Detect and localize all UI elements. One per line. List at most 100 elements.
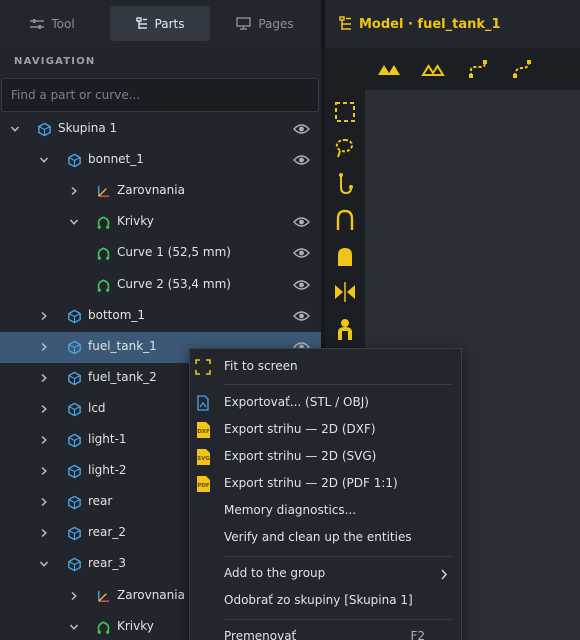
tree-item-label: fuel_tank_2: [88, 369, 157, 384]
curve-icon: [97, 216, 110, 230]
chevron-right-icon[interactable]: [39, 466, 49, 476]
tree-row[interactable]: Zarovnania: [0, 176, 321, 207]
part-icon: [68, 433, 81, 448]
tree-item-label: Krivky: [117, 214, 154, 229]
tree-row[interactable]: Curve 1 (52,5 mm): [0, 238, 321, 269]
tab-parts[interactable]: Parts: [110, 6, 210, 41]
tree-item-label: rear_2: [88, 525, 126, 540]
menu-add-to-group[interactable]: Add to the group: [190, 561, 461, 588]
part-icon: [68, 464, 81, 479]
tree-item-label: fuel_tank_1: [88, 338, 157, 353]
menu-fit-to-screen[interactable]: Fit to screen: [190, 354, 461, 381]
model-title: Model · fuel_tank_1: [359, 17, 501, 32]
menu-rename[interactable]: Premenovať F2: [190, 624, 461, 640]
tab-parts-label: Parts: [154, 16, 185, 31]
tree-item-label: Krivky: [117, 618, 154, 633]
tree-item-label: rear: [88, 494, 113, 509]
eye-icon[interactable]: [293, 123, 310, 135]
mirror-icon[interactable]: [333, 280, 357, 304]
search-input[interactable]: [1, 78, 319, 112]
curve-icon: [97, 621, 110, 634]
tree-item-label: Zarovnania: [117, 587, 185, 602]
chevron-right-icon[interactable]: [39, 404, 49, 414]
tab-pages[interactable]: Pages: [215, 6, 315, 41]
eye-icon[interactable]: [293, 154, 310, 166]
tab-pages-label: Pages: [258, 16, 294, 31]
part-icon: [68, 371, 81, 386]
chevron-right-icon[interactable]: [69, 186, 79, 196]
chevron-right-icon[interactable]: [39, 528, 49, 538]
tree-item-label: Skupina 1: [58, 121, 118, 135]
rect-select-icon[interactable]: [333, 100, 357, 124]
menu-remove-group-label: Odobrať zo skupiny [Skupina 1]: [224, 593, 413, 607]
chevron-right-icon[interactable]: [39, 342, 49, 352]
chevron-right-icon[interactable]: [39, 373, 49, 383]
menu-rename-shortcut: F2: [410, 629, 425, 640]
hook-path-icon[interactable]: [333, 172, 357, 196]
tree-item-label: Curve 2 (53,4 mm): [117, 276, 231, 291]
tree-item-label: bonnet_1: [88, 152, 144, 167]
part-icon: [38, 122, 51, 137]
chevron-down-icon[interactable]: [69, 217, 79, 227]
tree-item-label: light-2: [88, 463, 127, 478]
panel-tabs: Tool Parts Pages: [0, 0, 321, 48]
menu-export-dxf[interactable]: DXF Export strihu — 2D (DXF): [190, 417, 461, 444]
double-peak-outline-icon[interactable]: [421, 57, 445, 81]
part-icon: [68, 495, 81, 510]
eye-icon[interactable]: [293, 247, 310, 259]
pdf-file-icon: PDF: [197, 476, 210, 492]
chevron-down-icon[interactable]: [39, 155, 49, 165]
tree-row[interactable]: Curve 2 (53,4 mm): [0, 270, 321, 301]
double-peak-filled-icon[interactable]: [377, 57, 401, 81]
menu-export-pdf[interactable]: PDF Export strihu — 2D (PDF 1:1): [190, 471, 461, 498]
path-nodes-icon[interactable]: [466, 57, 490, 81]
tree-row[interactable]: Krivky: [0, 207, 321, 238]
top-toolbar: [325, 48, 580, 90]
menu-separator: [224, 384, 451, 385]
tree-item-label: rear_3: [88, 556, 126, 571]
tree-row[interactable]: Skupina 1: [0, 114, 321, 145]
menu-export[interactable]: Exportovať... (STL / OBJ): [190, 390, 461, 417]
menu-export-label: Exportovať... (STL / OBJ): [224, 395, 369, 409]
dxf-badge-text: DXF: [197, 429, 210, 435]
menu-memory-diagnostics[interactable]: Memory diagnostics...: [190, 498, 461, 525]
tree-row[interactable]: bottom_1: [0, 301, 321, 332]
chevron-right-icon[interactable]: [69, 591, 79, 601]
part-icon: [68, 340, 81, 355]
part-icon: [68, 402, 81, 417]
monitor-icon: [236, 17, 252, 30]
menu-export-svg-label: Export strihu — 2D (SVG): [224, 449, 377, 463]
fit-screen-icon: [195, 359, 211, 375]
chevron-right-icon[interactable]: [39, 435, 49, 445]
lasso-select-icon[interactable]: [333, 136, 357, 160]
tree-item-label: bottom_1: [88, 307, 146, 322]
chevron-down-icon[interactable]: [10, 124, 20, 134]
menu-separator: [224, 619, 451, 620]
tree-item-label: light-1: [88, 432, 127, 446]
eye-icon[interactable]: [293, 310, 310, 322]
chevron-down-icon[interactable]: [39, 559, 49, 569]
chevron-right-icon[interactable]: [39, 497, 49, 507]
chevron-right-icon: [441, 569, 448, 580]
curve-icon: [97, 247, 110, 261]
shape-profile-icon[interactable]: [333, 316, 357, 340]
eye-icon[interactable]: [293, 279, 310, 291]
menu-rename-label: Premenovať: [224, 629, 297, 640]
menu-verify-label: Verify and clean up the entities: [224, 530, 412, 544]
chevron-right-icon[interactable]: [39, 311, 49, 321]
menu-verify-entities[interactable]: Verify and clean up the entities: [190, 525, 461, 552]
path-edit-icon[interactable]: [510, 57, 534, 81]
arch-outline-icon[interactable]: [333, 208, 357, 232]
pdf-badge-text: PDF: [197, 483, 210, 489]
tab-tool[interactable]: Tool: [0, 6, 105, 41]
tab-tool-label: Tool: [51, 16, 75, 31]
tree-row[interactable]: bonnet_1: [0, 145, 321, 176]
chevron-down-icon[interactable]: [69, 622, 79, 632]
curve-icon: [97, 278, 110, 292]
eye-icon[interactable]: [293, 216, 310, 228]
menu-remove-from-group[interactable]: Odobrať zo skupiny [Skupina 1]: [190, 588, 461, 615]
menu-fit-to-screen-label: Fit to screen: [224, 359, 298, 373]
menu-export-svg[interactable]: SVG Export strihu — 2D (SVG): [190, 444, 461, 471]
arch-filled-icon[interactable]: [333, 244, 357, 268]
navigation-heading: NAVIGATION: [14, 56, 96, 67]
